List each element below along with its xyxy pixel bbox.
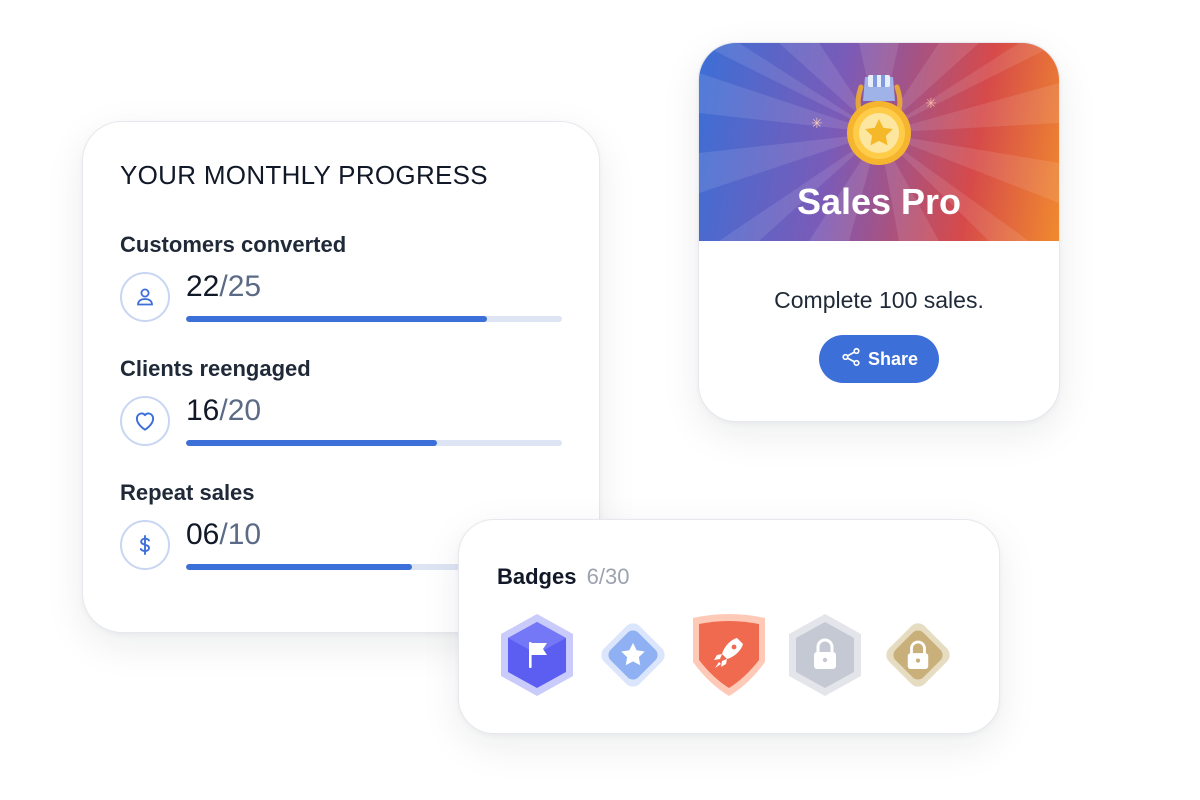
dollar-icon (120, 520, 170, 570)
share-label: Share (867, 348, 919, 369)
achievement-card: ✳ ✳ Sales Pro Complete 100 sales. Share (698, 42, 1060, 422)
progress-bar-fill (186, 440, 437, 446)
share-button[interactable]: Share (819, 335, 939, 383)
achievement-banner: ✳ ✳ Sales Pro (699, 43, 1059, 241)
achievement-title: Sales Pro (796, 181, 962, 222)
metric-current: 22 (186, 270, 220, 303)
star-badge[interactable] (593, 612, 673, 698)
metric-label: Customers converted (120, 232, 347, 257)
sparkle-icon: ✳ (925, 95, 937, 111)
progress-title: YOUR MONTHLY PROGRESS (120, 160, 488, 190)
user-icon (120, 272, 170, 322)
metric-current: 06 (186, 518, 220, 551)
metric-current: 16 (186, 394, 220, 427)
rocket-badge[interactable] (689, 612, 769, 698)
medal-star-icon (837, 71, 921, 172)
badges-count: 6/30 (586, 564, 630, 589)
metric-target: /10 (219, 518, 262, 551)
sparkle-icon: ✳ (811, 115, 823, 131)
progress-bar (186, 316, 562, 322)
metric-value: 22/25 (186, 270, 261, 304)
locked-badge[interactable] (785, 612, 865, 698)
heart-icon (120, 396, 170, 446)
progress-bar-fill (186, 316, 487, 322)
achievement-description: Complete 100 sales. (774, 287, 984, 313)
metric-value: 16/20 (186, 394, 261, 428)
badges-title: Badges (497, 564, 577, 589)
metric-label: Clients reengaged (120, 356, 311, 381)
progress-bar (186, 440, 562, 446)
metric-customers-converted: Customers converted 22/25 (120, 232, 580, 342)
share-icon (840, 346, 862, 373)
locked-badge[interactable] (878, 612, 958, 698)
metric-target: /25 (219, 270, 262, 303)
metric-label: Repeat sales (120, 480, 255, 505)
progress-bar-fill (186, 564, 412, 570)
flag-badge[interactable] (497, 612, 577, 698)
badges-header: Badges 6/30 (497, 564, 629, 590)
badges-card: Badges 6/30 (458, 519, 1000, 734)
metric-target: /20 (219, 394, 262, 427)
metric-clients-reengaged: Clients reengaged 16/20 (120, 356, 580, 466)
metric-value: 06/10 (186, 518, 261, 552)
